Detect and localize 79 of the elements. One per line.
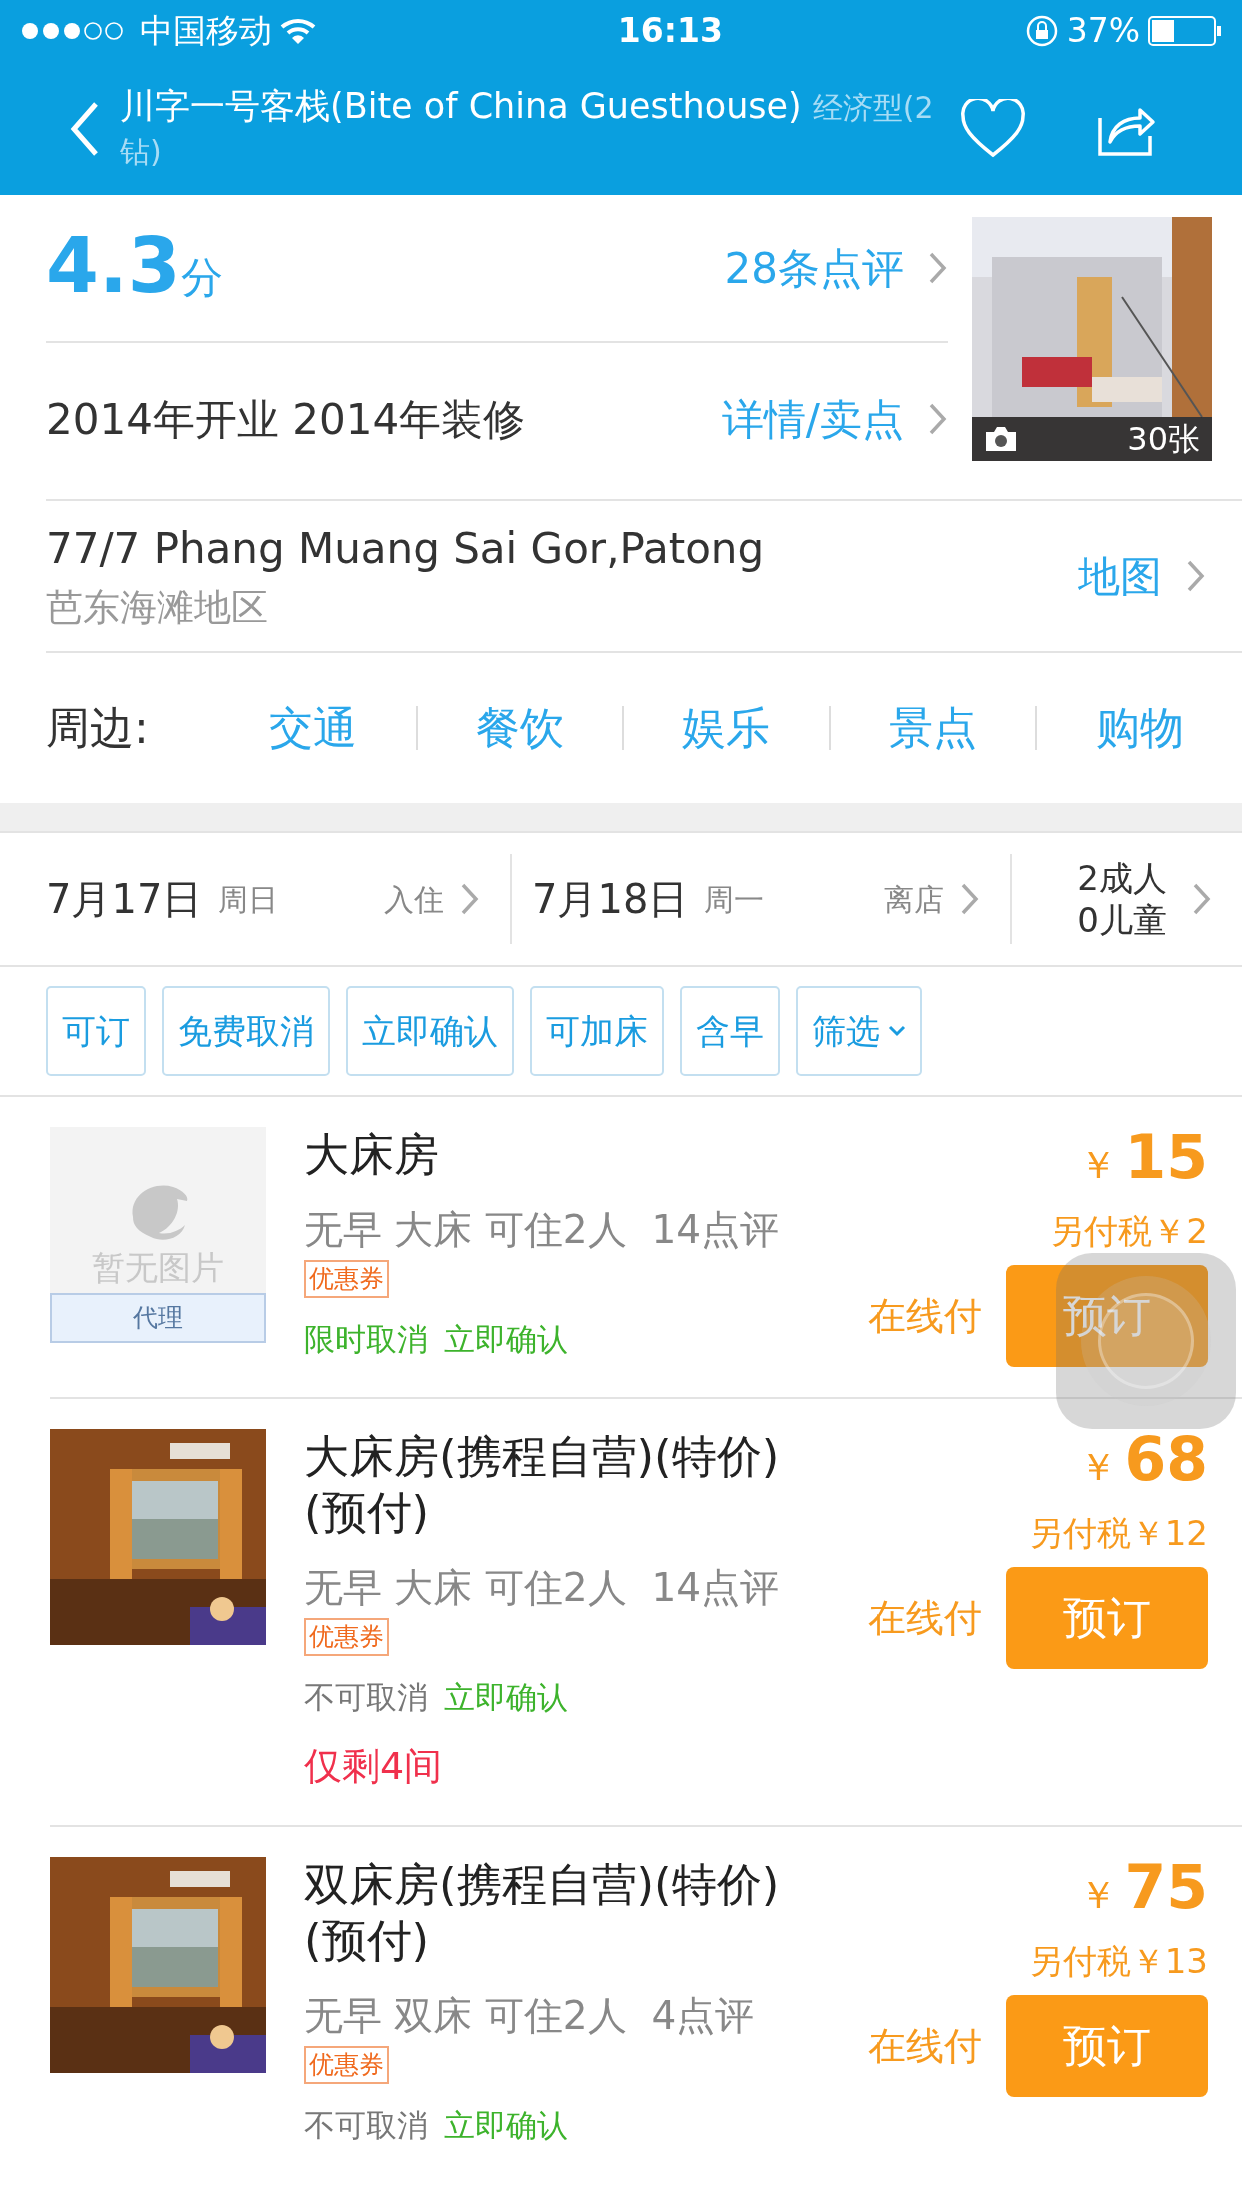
date-text: 7月17日 (46, 875, 203, 924)
filter-chip[interactable]: 含早 (680, 986, 780, 1076)
chevron-icon (960, 882, 980, 916)
nearby-link[interactable]: 景点 (889, 695, 978, 761)
chevron-icon (1192, 882, 1212, 916)
filter-dropdown[interactable]: 筛选 (796, 986, 922, 1076)
wifi-icon (280, 17, 316, 45)
nearby-link[interactable]: 餐饮 (475, 695, 564, 761)
nearby-label: 周边: (46, 701, 150, 755)
condition-text: 不可取消 (304, 1677, 428, 1717)
weekday-text: 周日 (218, 880, 280, 919)
tax-note: 另付税￥12 (1028, 1512, 1208, 1555)
condition-text: 立即确认 (444, 1319, 568, 1359)
room-price: 15 (1124, 1127, 1208, 1187)
back-icon[interactable] (70, 100, 100, 157)
room-price: 68 (1124, 1429, 1208, 1489)
coupon-tag: 优惠券 (304, 1259, 389, 1298)
filter-chip[interactable]: 可订 (46, 986, 146, 1076)
filter-chip[interactable]: 可加床 (530, 986, 664, 1076)
address-line: 77/7 Phang Muang Sai Gor,Patong (46, 522, 766, 575)
assistive-touch-button[interactable] (1056, 1253, 1236, 1429)
rotation-lock-icon (1024, 14, 1059, 48)
chevron-icon (928, 251, 948, 285)
guest-count: 0儿童 (1076, 899, 1168, 941)
nearby-link[interactable]: 交通 (269, 695, 358, 761)
battery-percent: 37% (1066, 10, 1140, 53)
guest-count: 2成人 (1076, 857, 1168, 899)
condition-text: 立即确认 (444, 2105, 568, 2145)
coupon-tag: 优惠券 (304, 1617, 389, 1656)
agent-badge: 代理 (50, 1293, 266, 1343)
nearby-link[interactable]: 购物 (1095, 695, 1184, 761)
date-action: 入住 (384, 880, 444, 919)
status-time: 16:13 (616, 10, 724, 53)
chevron-icon (928, 402, 948, 436)
nearby-link[interactable]: 娱乐 (682, 695, 771, 761)
room-details: 无早 大床 可住2人 14点评 (304, 1206, 781, 1254)
camera-icon (984, 426, 1018, 452)
condition-text: 立即确认 (444, 1677, 568, 1717)
date-action: 离店 (884, 880, 944, 919)
room-details: 无早 大床 可住2人 14点评 (304, 1564, 781, 1612)
book-button[interactable]: 预订 (1006, 1995, 1208, 2097)
room-name: 双床房(携程自营)(特价)(预付) (304, 1857, 781, 1969)
rating-unit: 分 (180, 251, 223, 304)
map-link[interactable]: 地图 (1078, 544, 1162, 608)
opening-info: 2014年开业 2014年装修 (46, 393, 527, 446)
payment-label: 在线付 (868, 2022, 982, 2070)
room-name: 大床房(携程自营)(特价)(预付) (304, 1429, 781, 1541)
chevron-icon (460, 882, 480, 916)
details-link[interactable]: 详情/卖点 (721, 387, 904, 451)
condition-text: 不可取消 (304, 2105, 428, 2145)
coupon-tag: 优惠券 (304, 2045, 389, 2084)
tax-note: 另付税￥2 (1050, 1210, 1208, 1253)
condition-text: 限时取消 (304, 1319, 428, 1359)
currency-symbol: ￥ (1078, 1142, 1117, 1189)
availability-notice: 仅剩4间 (304, 1743, 444, 1790)
caret-icon (888, 1025, 906, 1037)
heart-icon[interactable] (960, 98, 1026, 159)
book-button[interactable]: 预订 (1006, 1567, 1208, 1669)
room-details: 无早 双床 可住2人 4点评 (304, 1992, 756, 2040)
hotel-title: 川字一号客栈(Bite of China Guesthouse) 经济型(2钻) (119, 84, 935, 171)
carrier-name: 中国移动 (140, 10, 272, 53)
payment-label: 在线付 (868, 1292, 982, 1340)
rating-score: 4.3 (46, 227, 181, 304)
book-button[interactable]: 预订 (1006, 1265, 1208, 1367)
currency-symbol: ￥ (1078, 1444, 1117, 1491)
photo-count: 30张 (1127, 419, 1200, 460)
payment-label: 在线付 (868, 1594, 982, 1642)
chevron-icon (1186, 559, 1206, 593)
reviews-link[interactable]: 28条点评 (724, 236, 904, 300)
area-name: 芭东海滩地区 (46, 584, 269, 631)
date-text: 7月18日 (532, 875, 689, 924)
battery-icon (1148, 16, 1222, 46)
filter-chip[interactable]: 立即确认 (346, 986, 514, 1076)
tax-note: 另付税￥13 (1028, 1940, 1208, 1983)
room-name: 大床房 (304, 1127, 440, 1183)
room-price: 75 (1124, 1857, 1208, 1917)
currency-symbol: ￥ (1078, 1872, 1117, 1919)
weekday-text: 周一 (704, 880, 766, 919)
filter-chip[interactable]: 免费取消 (162, 986, 330, 1076)
